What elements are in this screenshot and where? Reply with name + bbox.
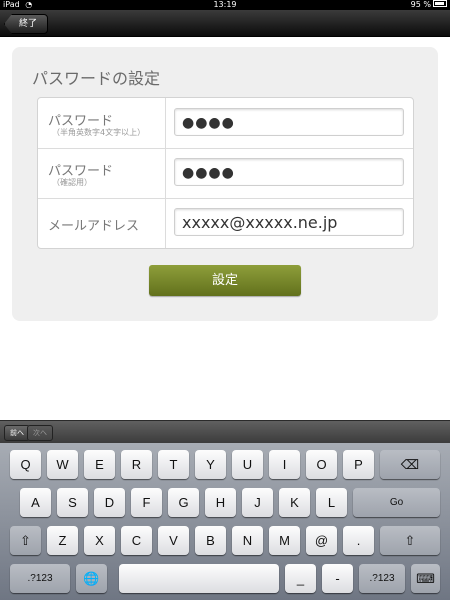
key-g[interactable]: G	[168, 488, 199, 517]
key-hyphen[interactable]: -	[322, 564, 353, 593]
email-field[interactable]: xxxxx@xxxxx.ne.jp	[174, 208, 404, 236]
shift-right-key[interactable]: ⇧	[380, 526, 440, 555]
key-x[interactable]: X	[84, 526, 115, 555]
key-q[interactable]: Q	[10, 450, 41, 479]
password-confirm-field[interactable]: ●●●●	[174, 158, 404, 186]
key-r[interactable]: R	[121, 450, 152, 479]
password-confirm-hint: （確認用）	[52, 178, 92, 187]
battery-status: 95 %	[411, 0, 447, 10]
key-j[interactable]: J	[242, 488, 273, 517]
key-underscore[interactable]: _	[285, 564, 316, 593]
backspace-key[interactable]: ⌫	[380, 450, 440, 479]
password-field[interactable]: ●●●●	[174, 108, 404, 136]
key-o[interactable]: O	[306, 450, 337, 479]
password-row: パスワード （半角英数字4文字以上） ●●●●	[38, 98, 413, 149]
key-a[interactable]: A	[20, 488, 51, 517]
onscreen-keyboard: Q W E R T Y U I O P ⌫ A S D F G H J K L …	[0, 443, 450, 600]
key-at[interactable]: @	[306, 526, 337, 555]
key-e[interactable]: E	[84, 450, 115, 479]
submit-button[interactable]: 設定	[149, 265, 301, 296]
key-y[interactable]: Y	[195, 450, 226, 479]
row-divider	[165, 98, 166, 148]
key-h[interactable]: H	[205, 488, 236, 517]
numbers-key[interactable]: .?123	[10, 564, 70, 593]
space-key[interactable]	[119, 564, 279, 593]
dismiss-keyboard-icon[interactable]: ⌨	[411, 564, 440, 593]
settings-form: パスワード （半角英数字4文字以上） ●●●● パスワード （確認用） ●●●●…	[37, 97, 414, 249]
password-hint: （半角英数字4文字以上）	[52, 128, 146, 137]
key-w[interactable]: W	[47, 450, 78, 479]
status-bar: iPad ◔ 13:19 95 %	[0, 0, 450, 10]
clock: 13:19	[213, 0, 237, 9]
email-row: メールアドレス xxxxx@xxxxx.ne.jp	[38, 198, 413, 248]
key-v[interactable]: V	[158, 526, 189, 555]
key-z[interactable]: Z	[47, 526, 78, 555]
key-n[interactable]: N	[232, 526, 263, 555]
row-divider	[165, 148, 166, 198]
exit-button[interactable]: 終了	[4, 14, 49, 34]
key-s[interactable]: S	[57, 488, 88, 517]
key-b[interactable]: B	[195, 526, 226, 555]
password-confirm-row: パスワード （確認用） ●●●●	[38, 148, 413, 199]
key-u[interactable]: U	[232, 450, 263, 479]
key-i[interactable]: I	[269, 450, 300, 479]
key-k[interactable]: K	[279, 488, 310, 517]
row-divider	[165, 198, 166, 248]
key-p[interactable]: P	[343, 450, 374, 479]
next-field-button[interactable]: 次へ	[27, 425, 53, 441]
key-c[interactable]: C	[121, 526, 152, 555]
key-l[interactable]: L	[316, 488, 347, 517]
key-period[interactable]: .	[343, 526, 374, 555]
navigation-bar: 終了	[0, 10, 450, 37]
email-label: メールアドレス	[48, 219, 140, 234]
key-m[interactable]: M	[269, 526, 300, 555]
battery-icon	[433, 0, 447, 7]
shift-left-key[interactable]: ⇧	[10, 526, 41, 555]
go-key[interactable]: Go	[353, 488, 440, 517]
password-settings-card: パスワードの設定 パスワード （半角英数字4文字以上） ●●●● パスワード （…	[12, 47, 438, 321]
key-f[interactable]: F	[131, 488, 162, 517]
key-d[interactable]: D	[94, 488, 125, 517]
page-title: パスワードの設定	[32, 69, 161, 88]
numbers-key-right[interactable]: .?123	[359, 564, 405, 593]
globe-icon[interactable]: 🌐	[76, 564, 107, 593]
battery-percent: 95 %	[410, 0, 431, 9]
key-t[interactable]: T	[158, 450, 189, 479]
keyboard-toolbar: 前へ 次へ	[0, 420, 450, 443]
